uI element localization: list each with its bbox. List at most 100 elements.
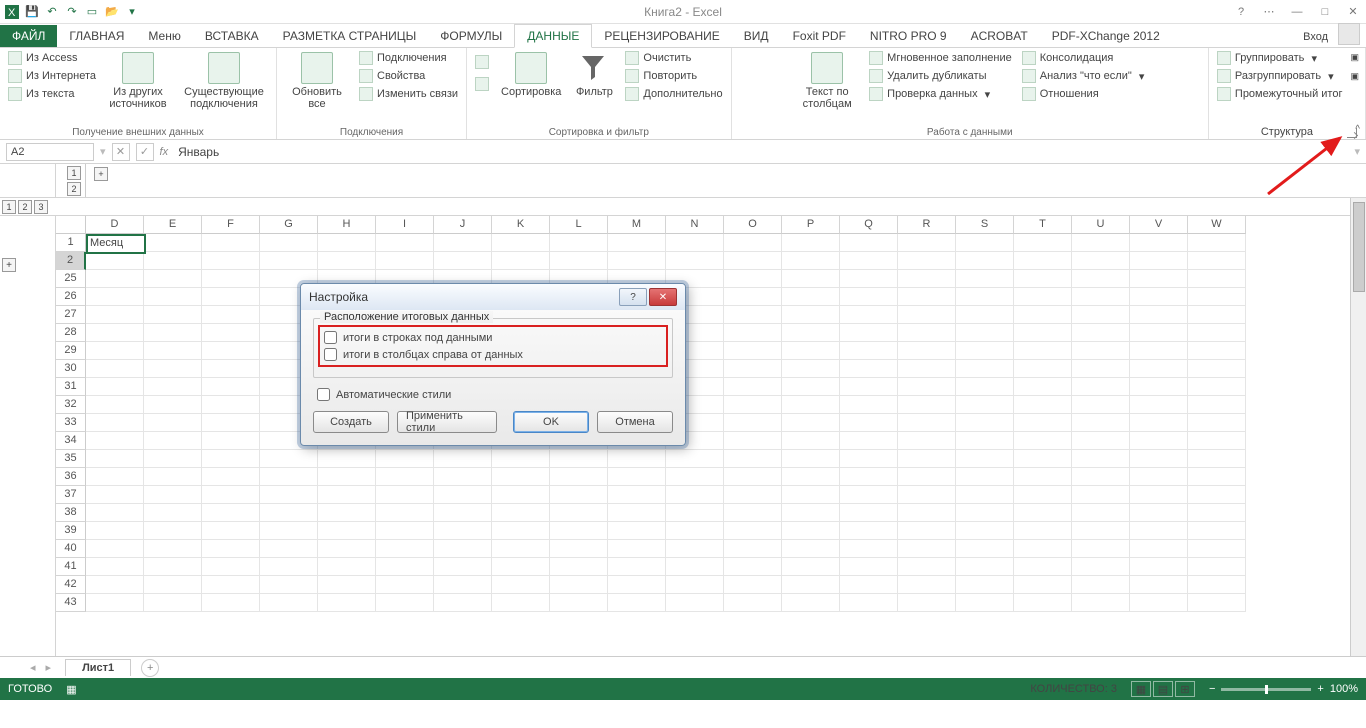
sheet-nav-prev-icon[interactable]: ◂ — [30, 661, 36, 674]
row-header[interactable]: 43 — [56, 594, 86, 612]
row-header[interactable]: 35 — [56, 450, 86, 468]
row-header[interactable]: 42 — [56, 576, 86, 594]
sort-asc-button[interactable] — [473, 54, 491, 70]
subtotal-button[interactable]: Промежуточный итог — [1215, 86, 1345, 102]
sheet-nav-next-icon[interactable]: ▸ — [46, 661, 52, 674]
row-header[interactable]: 36 — [56, 468, 86, 486]
col-level-1[interactable]: 1 — [67, 166, 81, 180]
tab-pdfx[interactable]: PDF-XChange 2012 — [1040, 25, 1172, 47]
redo-icon[interactable]: ↷ — [64, 4, 80, 20]
from-web-button[interactable]: Из Интернета — [6, 68, 98, 84]
row-header[interactable]: 27 — [56, 306, 86, 324]
col-header[interactable]: S — [956, 216, 1014, 234]
col-header[interactable]: D — [86, 216, 144, 234]
row-header[interactable]: 32 — [56, 396, 86, 414]
show-detail-icon[interactable]: ▣ — [1350, 52, 1359, 63]
relationships-button[interactable]: Отношения — [1020, 86, 1147, 102]
properties-button[interactable]: Свойства — [357, 68, 460, 84]
col-header[interactable]: V — [1130, 216, 1188, 234]
reapply-button[interactable]: Повторить — [623, 68, 724, 84]
row-header[interactable]: 28 — [56, 324, 86, 342]
view-break-icon[interactable]: ⊞ — [1175, 681, 1195, 697]
col-header[interactable]: M — [608, 216, 666, 234]
help-icon[interactable]: ? — [1232, 3, 1250, 21]
tab-menu[interactable]: Меню — [136, 25, 192, 47]
row-level-2[interactable]: 2 — [18, 200, 32, 214]
flash-fill-button[interactable]: Мгновенное заполнение — [867, 50, 1014, 66]
filter-button[interactable]: Фильтр — [571, 50, 617, 100]
edit-links-button[interactable]: Изменить связи — [357, 86, 460, 102]
view-normal-icon[interactable]: ▦ — [1131, 681, 1151, 697]
col-header[interactable]: W — [1188, 216, 1246, 234]
col-header[interactable]: Q — [840, 216, 898, 234]
col-header[interactable]: N — [666, 216, 724, 234]
tab-data[interactable]: ДАННЫЕ — [514, 24, 592, 48]
col-expand[interactable]: + — [94, 167, 108, 181]
row-header[interactable]: 33 — [56, 414, 86, 432]
qat-more-icon[interactable]: ▾ — [124, 4, 140, 20]
clear-filter-button[interactable]: Очистить — [623, 50, 724, 66]
col-header[interactable]: P — [782, 216, 840, 234]
col-header[interactable]: K — [492, 216, 550, 234]
ok-button[interactable]: OK — [513, 411, 589, 433]
col-header[interactable]: O — [724, 216, 782, 234]
col-header[interactable]: J — [434, 216, 492, 234]
tab-nitro[interactable]: NITRO PRO 9 — [858, 25, 959, 47]
whatif-button[interactable]: Анализ "что если" ▾ — [1020, 68, 1147, 84]
fx-icon[interactable]: fx — [160, 146, 169, 158]
data-validation-button[interactable]: Проверка данных ▾ — [867, 86, 1014, 102]
col-header[interactable]: T — [1014, 216, 1072, 234]
save-icon[interactable]: 💾 — [24, 4, 40, 20]
cancel-button[interactable]: Отмена — [597, 411, 673, 433]
col-header[interactable]: L — [550, 216, 608, 234]
row-header[interactable]: 26 — [56, 288, 86, 306]
avatar[interactable] — [1338, 23, 1360, 45]
tab-review[interactable]: РЕЦЕНЗИРОВАНИЕ — [592, 25, 731, 47]
row-expand[interactable]: + — [2, 258, 16, 272]
tab-insert[interactable]: ВСТАВКА — [193, 25, 271, 47]
dialog-close-button[interactable]: ✕ — [649, 288, 677, 306]
dialog-help-button[interactable]: ? — [619, 288, 647, 306]
row-header[interactable]: 41 — [56, 558, 86, 576]
connections-button[interactable]: Подключения — [357, 50, 460, 66]
apply-styles-button[interactable]: Применить стили — [397, 411, 497, 433]
view-layout-icon[interactable]: ▤ — [1153, 681, 1173, 697]
create-button[interactable]: Создать — [313, 411, 389, 433]
minimize-icon[interactable]: — — [1288, 3, 1306, 21]
row-header[interactable]: 34 — [56, 432, 86, 450]
col-header[interactable]: U — [1072, 216, 1130, 234]
from-text-button[interactable]: Из текста — [6, 86, 98, 102]
row-header[interactable]: 40 — [56, 540, 86, 558]
col-header[interactable]: E — [144, 216, 202, 234]
row-header[interactable]: 31 — [56, 378, 86, 396]
summary-below-checkbox[interactable]: итоги в строках под данными — [324, 329, 662, 346]
enter-formula-icon[interactable]: ✓ — [136, 143, 154, 161]
undo-icon[interactable]: ↶ — [44, 4, 60, 20]
hide-detail-icon[interactable]: ▣ — [1350, 71, 1359, 82]
row-level-3[interactable]: 3 — [34, 200, 48, 214]
sort-desc-button[interactable] — [473, 76, 491, 92]
ungroup-button[interactable]: Разгруппировать ▾ — [1215, 68, 1345, 84]
collapse-ribbon-icon[interactable]: ^ — [1355, 124, 1360, 135]
tab-formulas[interactable]: ФОРМУЛЫ — [428, 25, 514, 47]
col-level-2[interactable]: 2 — [67, 182, 81, 196]
from-access-button[interactable]: Из Access — [6, 50, 98, 66]
group-button[interactable]: Группировать ▾ — [1215, 50, 1345, 66]
maximize-icon[interactable]: □ — [1316, 3, 1334, 21]
other-sources-button[interactable]: Из других источников — [104, 50, 172, 112]
tab-pagelayout[interactable]: РАЗМЕТКА СТРАНИЦЫ — [271, 25, 429, 47]
ribbon-options-icon[interactable]: ⋯ — [1260, 3, 1278, 21]
open-icon[interactable]: 📂 — [104, 4, 120, 20]
dialog-titlebar[interactable]: Настройка ? ✕ — [301, 284, 685, 310]
col-header[interactable]: G — [260, 216, 318, 234]
col-header[interactable]: H — [318, 216, 376, 234]
col-header[interactable]: I — [376, 216, 434, 234]
text-to-columns-button[interactable]: Текст по столбцам — [793, 50, 861, 112]
vertical-scrollbar[interactable] — [1350, 198, 1366, 656]
tab-home[interactable]: ГЛАВНАЯ — [57, 25, 136, 47]
tab-acrobat[interactable]: ACROBAT — [959, 25, 1040, 47]
row-header[interactable]: 38 — [56, 504, 86, 522]
zoom-control[interactable]: − + 100% — [1209, 683, 1358, 695]
row-header[interactable]: 1 — [56, 234, 86, 252]
advanced-filter-button[interactable]: Дополнительно — [623, 86, 724, 102]
